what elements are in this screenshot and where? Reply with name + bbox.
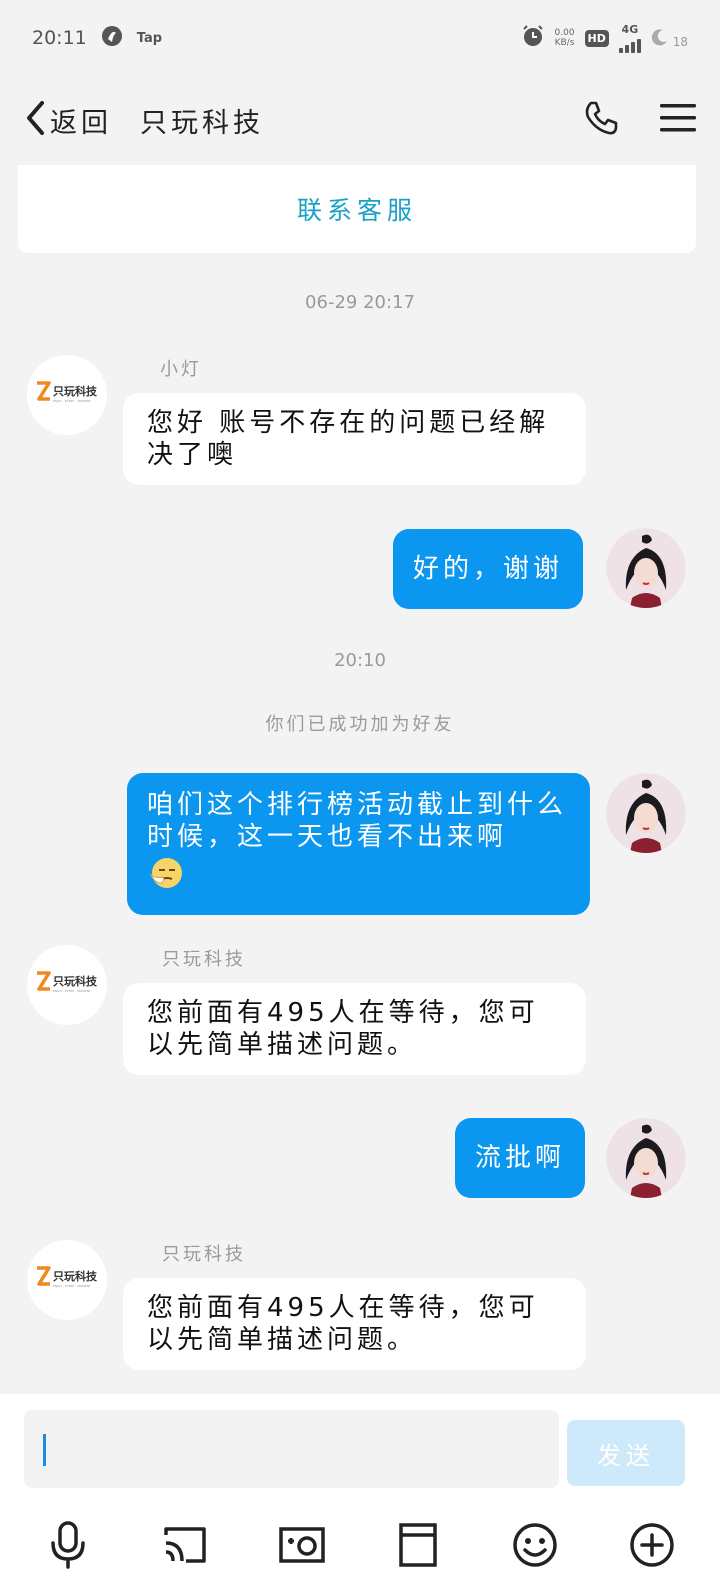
- menu-button[interactable]: [660, 102, 696, 138]
- incoming-message-bubble[interactable]: 您好 账号不存在的问题已经解决了噢: [123, 393, 586, 485]
- status-time: 20:11: [32, 27, 87, 49]
- signal-bars-icon: [618, 35, 641, 53]
- incoming-message-bubble[interactable]: 您前面有495人在等待，您可以先简单描述问题。: [123, 1278, 586, 1370]
- message-text: 咱们这个排行榜活动截止到什么时候，这一天也看不出来啊: [147, 790, 568, 852]
- user-avatar-image: [606, 773, 686, 853]
- file-button[interactable]: [388, 1515, 448, 1575]
- zhiwan-logo-icon: 只玩科技 ENJOY · EVERY · MOMENT: [27, 1240, 107, 1320]
- hamburger-menu-icon: [660, 104, 696, 132]
- agent-avatar[interactable]: 只玩科技 ENJOY · EVERY · MOMENT: [27, 945, 107, 1025]
- agent-logo-tagline: ENJOY · EVERY · MOMENT: [53, 989, 91, 993]
- status-bar: 20:11 Tap 0.00 KB/s HD 4G 18: [0, 0, 720, 76]
- user-avatar[interactable]: [606, 1118, 686, 1198]
- phone-call-button[interactable]: [582, 99, 620, 141]
- plus-icon: [629, 1523, 674, 1567]
- message-composer: 发送: [0, 1394, 720, 1506]
- voice-button[interactable]: [38, 1515, 98, 1575]
- more-options-button[interactable]: [622, 1515, 682, 1575]
- emoji-sweat-icon: [147, 855, 183, 899]
- network-speed-unit: KB/s: [554, 38, 575, 48]
- agent-avatar[interactable]: 只玩科技 ENJOY · EVERY · MOMENT: [27, 355, 107, 435]
- back-button[interactable]: 返回: [24, 100, 112, 140]
- network-speed-value: 0.00: [554, 28, 575, 38]
- folder-icon: [399, 1523, 438, 1567]
- emoji-icon: [513, 1523, 557, 1567]
- contact-service-card[interactable]: 联系客服: [18, 165, 696, 253]
- user-avatar[interactable]: [606, 528, 686, 608]
- hd-badge: HD: [584, 29, 609, 47]
- camera-icon: [278, 1527, 325, 1563]
- sender-name: 只玩科技: [162, 1244, 246, 1265]
- microphone-icon: [51, 1521, 86, 1569]
- back-label: 返回: [50, 107, 112, 139]
- battery-level: 18: [672, 34, 688, 49]
- sender-name: 小灯: [160, 359, 202, 380]
- screen-share-button[interactable]: [155, 1515, 215, 1575]
- network-speed: 0.00 KB/s: [555, 28, 575, 48]
- send-button[interactable]: 发送: [567, 1420, 685, 1486]
- cell-signal: 4G: [618, 22, 641, 53]
- agent-logo-text: 只玩科技: [53, 1269, 98, 1283]
- user-avatar-image: [606, 1118, 686, 1198]
- system-notice: 你们已成功加为好友: [265, 714, 455, 735]
- agent-logo-tagline: ENJOY · EVERY · MOMENT: [53, 399, 91, 403]
- outgoing-message-bubble[interactable]: 好的，谢谢: [393, 529, 584, 609]
- sender-name: 只玩科技: [162, 949, 246, 970]
- alarm-icon: [521, 24, 545, 53]
- notification-app-icon: [101, 25, 123, 52]
- chevron-left-icon: [24, 100, 46, 140]
- agent-logo-text: 只玩科技: [53, 384, 98, 398]
- emoji-button[interactable]: [505, 1515, 565, 1575]
- agent-logo-text: 只玩科技: [53, 974, 98, 988]
- agent-avatar[interactable]: 只玩科技 ENJOY · EVERY · MOMENT: [27, 1240, 107, 1320]
- photo-button[interactable]: [272, 1515, 332, 1575]
- outgoing-message-bubble[interactable]: 流批啊: [455, 1118, 586, 1198]
- network-type: 4G: [621, 22, 639, 36]
- zhiwan-logo-icon: 只玩科技 ENJOY · EVERY · MOMENT: [27, 945, 107, 1025]
- user-avatar-image: [606, 528, 686, 608]
- user-avatar[interactable]: [606, 773, 686, 853]
- cast-icon: [164, 1527, 206, 1563]
- zhiwan-logo-icon: 只玩科技 ENJOY · EVERY · MOMENT: [27, 355, 107, 435]
- moon-icon: [651, 28, 667, 45]
- message-timestamp: 20:10: [334, 650, 386, 671]
- message-input[interactable]: [24, 1410, 559, 1488]
- text-cursor: [43, 1434, 46, 1466]
- incoming-message-bubble[interactable]: 您前面有495人在等待，您可以先简单描述问题。: [123, 983, 586, 1075]
- outgoing-message-bubble[interactable]: 咱们这个排行榜活动截止到什么时候，这一天也看不出来啊: [127, 773, 590, 915]
- phone-icon: [585, 101, 618, 135]
- agent-logo-tagline: ENJOY · EVERY · MOMENT: [53, 1284, 91, 1288]
- page-title: 只玩科技: [140, 107, 264, 139]
- message-timestamp: 06-29 20:17: [305, 292, 415, 313]
- contact-service-link[interactable]: 联系客服: [297, 191, 417, 227]
- chat-header: 返回 只玩科技: [0, 76, 720, 164]
- battery-indicator: 18: [651, 28, 688, 49]
- tap-app-label: Tap: [136, 30, 163, 46]
- composer-toolbar: [0, 1506, 720, 1584]
